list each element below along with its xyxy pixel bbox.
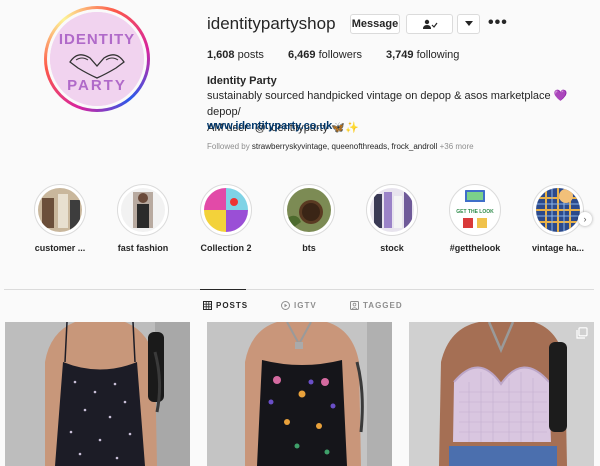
multiple-photos-icon — [576, 327, 588, 339]
highlight-label: bts — [302, 243, 316, 253]
posts-count: 1,608 posts — [207, 49, 264, 61]
following-button[interactable] — [406, 14, 453, 34]
followed-by-text[interactable]: Followed by strawberryskyvintage, queeno… — [207, 142, 474, 151]
identity-party-logo: IDENTITY PARTY — [50, 12, 144, 106]
more-options-icon[interactable]: ••• — [488, 14, 508, 32]
tab-posts[interactable]: POSTS — [203, 301, 248, 310]
post-thumbnail-lilac-bustier[interactable] — [409, 322, 594, 466]
highlight-label: fast fashion — [117, 243, 169, 253]
highlight-label: vintage ha... — [531, 243, 584, 253]
post-thumbnail-black-floral-dress[interactable] — [5, 322, 190, 466]
message-button[interactable]: Message — [350, 14, 400, 34]
tagged-icon — [350, 301, 359, 310]
highlight-label: customer ... — [34, 243, 86, 253]
grid-icon — [203, 301, 212, 310]
profile-website-link[interactable]: www.identityparty.co.uk — [207, 120, 332, 132]
tab-igtv[interactable]: IGTV — [281, 301, 317, 310]
active-tab-indicator — [200, 289, 246, 290]
person-check-icon — [422, 19, 437, 29]
highlight-label: stock — [380, 243, 404, 253]
followers-count[interactable]: 6,469 followers — [288, 49, 362, 61]
get-the-look-text: GET THE LOOK — [456, 209, 494, 215]
profile-avatar[interactable]: IDENTITY PARTY — [44, 6, 150, 112]
following-count[interactable]: 3,749 following — [386, 49, 459, 61]
tab-tagged[interactable]: TAGGED — [350, 301, 403, 310]
highlight-label: #getthelook — [449, 243, 501, 253]
profile-full-name: Identity Party — [207, 75, 277, 87]
highlights-next-arrow-icon[interactable]: › — [578, 212, 592, 226]
tabs-divider — [4, 289, 594, 290]
highlight-label: Collection 2 — [200, 243, 252, 253]
post-thumbnail-black-embroidered-dress[interactable] — [207, 322, 392, 466]
profile-username: identitypartyshop — [207, 14, 336, 33]
igtv-icon — [281, 301, 290, 310]
svg-text:PARTY: PARTY — [67, 77, 127, 94]
chevron-down-icon — [464, 21, 473, 26]
svg-text:IDENTITY: IDENTITY — [59, 31, 135, 48]
suggested-dropdown-button[interactable] — [457, 14, 480, 34]
